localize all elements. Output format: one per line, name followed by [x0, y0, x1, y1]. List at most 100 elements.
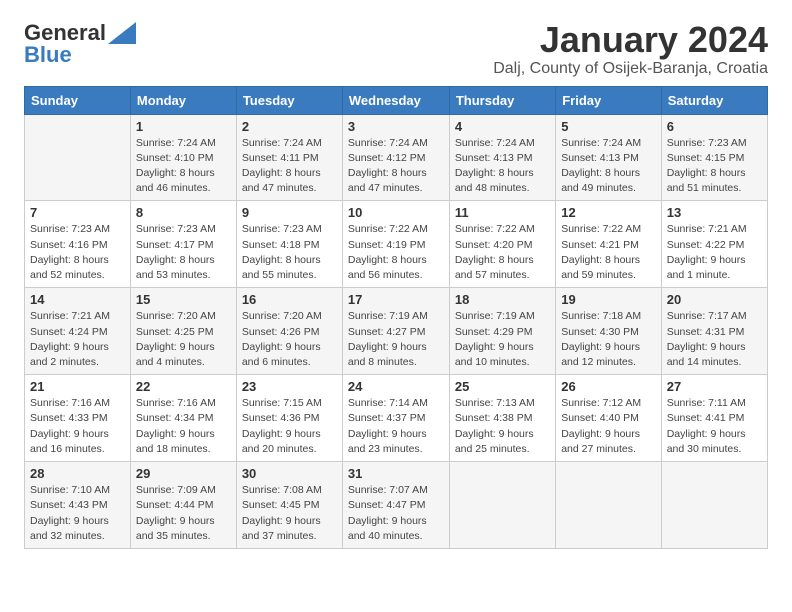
- calendar-cell: 4 Sunrise: 7:24 AM Sunset: 4:13 PM Daylig…: [449, 114, 555, 201]
- calendar-week-row: 7 Sunrise: 7:23 AM Sunset: 4:16 PM Daylig…: [25, 201, 768, 288]
- day-info: Sunrise: 7:13 AM Sunset: 4:38 PM Dayligh…: [455, 396, 550, 457]
- calendar-cell: 28Sunrise: 7:10 AM Sunset: 4:43 PM Dayli…: [25, 462, 131, 549]
- day-info: Sunrise: 7:09 AM Sunset: 4:44 PM Dayligh…: [136, 483, 231, 544]
- day-number: 29: [136, 466, 231, 481]
- page-header: General Blue January 2024 Dalj, County o…: [24, 20, 768, 78]
- day-number: 1: [136, 119, 231, 134]
- calendar-cell: 2 Sunrise: 7:24 AM Sunset: 4:11 PM Daylig…: [236, 114, 342, 201]
- header-day-saturday: Saturday: [661, 86, 767, 114]
- day-info: Sunrise: 7:24 AM Sunset: 4:10 PM Dayligh…: [136, 136, 231, 197]
- calendar-cell: 12 Sunrise: 7:22 AM Sunset: 4:21 PM Dayli…: [556, 201, 662, 288]
- calendar-week-row: 1 Sunrise: 7:24 AM Sunset: 4:10 PM Daylig…: [25, 114, 768, 201]
- calendar-week-row: 14 Sunrise: 7:21 AM Sunset: 4:24 PM Dayli…: [25, 288, 768, 375]
- day-number: 3: [348, 119, 444, 134]
- day-info: Sunrise: 7:23 AM Sunset: 4:17 PM Dayligh…: [136, 222, 231, 283]
- day-number: 26: [561, 379, 656, 394]
- calendar-cell: [25, 114, 131, 201]
- day-info: Sunrise: 7:23 AM Sunset: 4:15 PM Dayligh…: [667, 136, 762, 197]
- day-number: 2: [242, 119, 337, 134]
- calendar-cell: [661, 462, 767, 549]
- day-info: Sunrise: 7:19 AM Sunset: 4:29 PM Dayligh…: [455, 309, 550, 370]
- day-number: 12: [561, 205, 656, 220]
- day-info: Sunrise: 7:17 AM Sunset: 4:31 PM Dayligh…: [667, 309, 762, 370]
- day-number: 9: [242, 205, 337, 220]
- calendar-table: SundayMondayTuesdayWednesdayThursdayFrid…: [24, 86, 768, 549]
- calendar-cell: 19Sunrise: 7:18 AM Sunset: 4:30 PM Dayli…: [556, 288, 662, 375]
- day-number: 15: [136, 292, 231, 307]
- calendar-cell: 23Sunrise: 7:15 AM Sunset: 4:36 PM Dayli…: [236, 375, 342, 462]
- day-number: 7: [30, 205, 125, 220]
- day-number: 4: [455, 119, 550, 134]
- calendar-body: 1 Sunrise: 7:24 AM Sunset: 4:10 PM Daylig…: [25, 114, 768, 548]
- day-info: Sunrise: 7:10 AM Sunset: 4:43 PM Dayligh…: [30, 483, 125, 544]
- calendar-cell: 25 Sunrise: 7:13 AM Sunset: 4:38 PM Dayli…: [449, 375, 555, 462]
- day-info: Sunrise: 7:08 AM Sunset: 4:45 PM Dayligh…: [242, 483, 337, 544]
- calendar-cell: 7 Sunrise: 7:23 AM Sunset: 4:16 PM Daylig…: [25, 201, 131, 288]
- calendar-cell: 3 Sunrise: 7:24 AM Sunset: 4:12 PM Daylig…: [342, 114, 449, 201]
- page-title: January 2024: [493, 20, 768, 60]
- day-info: Sunrise: 7:24 AM Sunset: 4:13 PM Dayligh…: [455, 136, 550, 197]
- day-info: Sunrise: 7:07 AM Sunset: 4:47 PM Dayligh…: [348, 483, 444, 544]
- logo: General Blue: [24, 20, 136, 68]
- day-number: 13: [667, 205, 762, 220]
- day-number: 5: [561, 119, 656, 134]
- header-day-monday: Monday: [130, 86, 236, 114]
- day-number: 10: [348, 205, 444, 220]
- calendar-cell: 24 Sunrise: 7:14 AM Sunset: 4:37 PM Dayli…: [342, 375, 449, 462]
- day-info: Sunrise: 7:22 AM Sunset: 4:21 PM Dayligh…: [561, 222, 656, 283]
- day-number: 23: [242, 379, 337, 394]
- day-number: 8: [136, 205, 231, 220]
- header-day-thursday: Thursday: [449, 86, 555, 114]
- day-number: 31: [348, 466, 444, 481]
- calendar-week-row: 21Sunrise: 7:16 AM Sunset: 4:33 PM Dayli…: [25, 375, 768, 462]
- calendar-cell: 11 Sunrise: 7:22 AM Sunset: 4:20 PM Dayli…: [449, 201, 555, 288]
- page-subtitle: Dalj, County of Osijek-Baranja, Croatia: [493, 60, 768, 78]
- day-number: 20: [667, 292, 762, 307]
- calendar-cell: 1 Sunrise: 7:24 AM Sunset: 4:10 PM Daylig…: [130, 114, 236, 201]
- calendar-cell: 14 Sunrise: 7:21 AM Sunset: 4:24 PM Dayli…: [25, 288, 131, 375]
- day-number: 14: [30, 292, 125, 307]
- calendar-cell: 15 Sunrise: 7:20 AM Sunset: 4:25 PM Dayli…: [130, 288, 236, 375]
- day-info: Sunrise: 7:20 AM Sunset: 4:26 PM Dayligh…: [242, 309, 337, 370]
- day-number: 11: [455, 205, 550, 220]
- day-info: Sunrise: 7:24 AM Sunset: 4:13 PM Dayligh…: [561, 136, 656, 197]
- calendar-cell: 6 Sunrise: 7:23 AM Sunset: 4:15 PM Daylig…: [661, 114, 767, 201]
- day-info: Sunrise: 7:21 AM Sunset: 4:24 PM Dayligh…: [30, 309, 125, 370]
- calendar-cell: 5 Sunrise: 7:24 AM Sunset: 4:13 PM Daylig…: [556, 114, 662, 201]
- calendar-cell: 31 Sunrise: 7:07 AM Sunset: 4:47 PM Dayli…: [342, 462, 449, 549]
- header-day-sunday: Sunday: [25, 86, 131, 114]
- logo-icon: [108, 22, 136, 44]
- day-info: Sunrise: 7:16 AM Sunset: 4:33 PM Dayligh…: [30, 396, 125, 457]
- day-number: 30: [242, 466, 337, 481]
- day-info: Sunrise: 7:24 AM Sunset: 4:12 PM Dayligh…: [348, 136, 444, 197]
- calendar-week-row: 28Sunrise: 7:10 AM Sunset: 4:43 PM Dayli…: [25, 462, 768, 549]
- calendar-cell: 22Sunrise: 7:16 AM Sunset: 4:34 PM Dayli…: [130, 375, 236, 462]
- calendar-cell: [449, 462, 555, 549]
- day-info: Sunrise: 7:22 AM Sunset: 4:19 PM Dayligh…: [348, 222, 444, 283]
- day-number: 25: [455, 379, 550, 394]
- calendar-cell: 9 Sunrise: 7:23 AM Sunset: 4:18 PM Daylig…: [236, 201, 342, 288]
- logo-blue: Blue: [24, 42, 72, 68]
- day-info: Sunrise: 7:22 AM Sunset: 4:20 PM Dayligh…: [455, 222, 550, 283]
- day-info: Sunrise: 7:14 AM Sunset: 4:37 PM Dayligh…: [348, 396, 444, 457]
- day-info: Sunrise: 7:12 AM Sunset: 4:40 PM Dayligh…: [561, 396, 656, 457]
- header-day-wednesday: Wednesday: [342, 86, 449, 114]
- day-info: Sunrise: 7:23 AM Sunset: 4:16 PM Dayligh…: [30, 222, 125, 283]
- calendar-cell: 18 Sunrise: 7:19 AM Sunset: 4:29 PM Dayli…: [449, 288, 555, 375]
- calendar-cell: 8 Sunrise: 7:23 AM Sunset: 4:17 PM Daylig…: [130, 201, 236, 288]
- calendar-cell: 26 Sunrise: 7:12 AM Sunset: 4:40 PM Dayli…: [556, 375, 662, 462]
- day-number: 6: [667, 119, 762, 134]
- calendar-cell: 21Sunrise: 7:16 AM Sunset: 4:33 PM Dayli…: [25, 375, 131, 462]
- day-info: Sunrise: 7:21 AM Sunset: 4:22 PM Dayligh…: [667, 222, 762, 283]
- day-number: 16: [242, 292, 337, 307]
- day-number: 24: [348, 379, 444, 394]
- day-number: 27: [667, 379, 762, 394]
- day-info: Sunrise: 7:23 AM Sunset: 4:18 PM Dayligh…: [242, 222, 337, 283]
- header-day-tuesday: Tuesday: [236, 86, 342, 114]
- day-number: 17: [348, 292, 444, 307]
- header-day-friday: Friday: [556, 86, 662, 114]
- calendar-cell: 27Sunrise: 7:11 AM Sunset: 4:41 PM Dayli…: [661, 375, 767, 462]
- day-info: Sunrise: 7:20 AM Sunset: 4:25 PM Dayligh…: [136, 309, 231, 370]
- day-number: 18: [455, 292, 550, 307]
- day-info: Sunrise: 7:24 AM Sunset: 4:11 PM Dayligh…: [242, 136, 337, 197]
